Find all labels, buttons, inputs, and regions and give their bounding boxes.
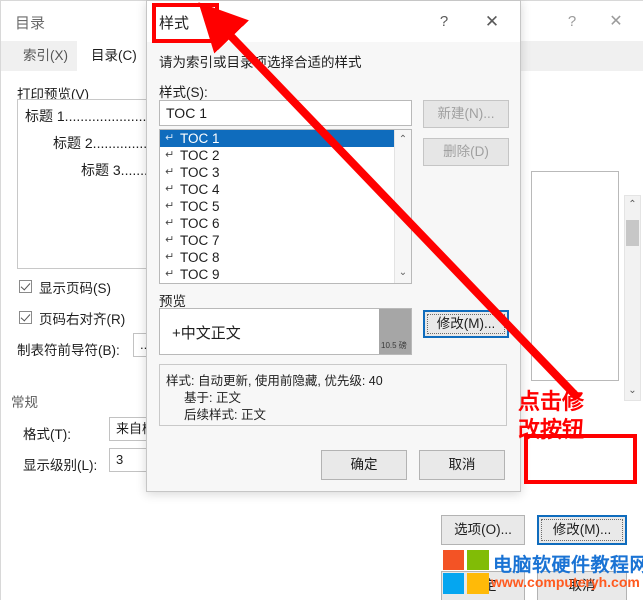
styles-label: 样式(S): bbox=[159, 85, 208, 100]
preview-font-size-chip: 10.5 磅 bbox=[379, 309, 411, 354]
paragraph-mark-icon: ↵ bbox=[165, 217, 175, 229]
style-description-box: 样式: 自动更新, 使用前隐藏, 优先级: 40 基于: 正文 后续样式: 正文 bbox=[159, 364, 507, 426]
delete-style-button[interactable]: 删除(D) bbox=[423, 138, 509, 166]
checkbox-box bbox=[19, 311, 32, 324]
style-dialog: 样式 ? ✕ 请为索引或目录项选择合适的样式 样式(S): TOC 1 ↵ TO… bbox=[146, 0, 521, 492]
logo-quadrant-2 bbox=[467, 550, 489, 570]
toc-window-title: 目录 bbox=[15, 15, 46, 32]
style-list-scrollbar[interactable]: ⌃ ⌄ bbox=[394, 130, 411, 283]
close-icon[interactable]: ✕ bbox=[601, 9, 631, 35]
style-listbox[interactable]: ↵ TOC 1 ↵ TOC 2 ↵ TOC 3 ↵ TOC 4 ↵ TOC 5 … bbox=[159, 129, 412, 284]
logo-quadrant-3 bbox=[443, 573, 464, 594]
list-item-label: TOC 5 bbox=[180, 199, 220, 214]
format-label: 格式(T): bbox=[23, 427, 71, 442]
preview-font-name: +中文正文 bbox=[172, 325, 241, 342]
list-item-label: TOC 4 bbox=[180, 182, 220, 197]
watermark-site-name: 电脑软硬件教程网 bbox=[493, 555, 643, 576]
paragraph-mark-icon: ↵ bbox=[165, 166, 175, 178]
list-item-label: TOC 8 bbox=[180, 250, 220, 265]
style-dialog-help-icon[interactable]: ? bbox=[429, 8, 459, 35]
paragraph-mark-icon: ↵ bbox=[165, 268, 175, 280]
checkbox-label: 页码右对齐(R) bbox=[39, 312, 126, 327]
windows-logo-icon bbox=[443, 550, 489, 594]
scroll-up-icon[interactable]: ⌃ bbox=[395, 132, 411, 148]
style-dialog-titlebar: 样式 ? ✕ bbox=[147, 1, 520, 42]
checkbox-box bbox=[19, 280, 32, 293]
list-item[interactable]: ↵ TOC 8 bbox=[160, 249, 394, 266]
description-line-3: 后续样式: 正文 bbox=[184, 408, 266, 422]
checkbox-label: 显示页码(S) bbox=[39, 281, 111, 296]
cancel-button-dialog[interactable]: 取消 bbox=[419, 450, 505, 480]
paragraph-mark-icon: ↵ bbox=[165, 234, 175, 246]
list-item-label: TOC 2 bbox=[180, 148, 220, 163]
focus-outline bbox=[541, 519, 623, 541]
list-item[interactable]: ↵ TOC 7 bbox=[160, 232, 394, 249]
list-item[interactable]: ↵ TOC 2 bbox=[160, 147, 394, 164]
tab-leader-label: 制表符前导符(B): bbox=[17, 343, 120, 358]
paragraph-mark-icon: ↵ bbox=[165, 149, 175, 161]
preview-label: 预览 bbox=[159, 294, 186, 309]
style-dialog-close-icon[interactable]: ✕ bbox=[477, 8, 507, 35]
scrollbar-thumb[interactable] bbox=[626, 220, 639, 246]
help-icon[interactable]: ? bbox=[557, 9, 587, 35]
style-name-input[interactable]: TOC 1 bbox=[159, 100, 412, 126]
list-item[interactable]: ↵ TOC 3 bbox=[160, 164, 394, 181]
scroll-down-icon[interactable]: ⌄ bbox=[395, 265, 411, 281]
style-dialog-instruction: 请为索引或目录项选择合适的样式 bbox=[159, 55, 362, 70]
options-button[interactable]: 选项(O)... bbox=[441, 515, 525, 545]
list-item[interactable]: ↵ TOC 9 bbox=[160, 266, 394, 283]
paragraph-mark-icon: ↵ bbox=[165, 251, 175, 263]
watermark-url: www.computeryh.com bbox=[491, 574, 640, 590]
paragraph-mark-icon: ↵ bbox=[165, 200, 175, 212]
scrollbar-vertical[interactable]: ⌃ ⌄ bbox=[624, 195, 641, 401]
list-item-label: TOC 3 bbox=[180, 165, 220, 180]
screenshot-root: 目录 ? ✕ 索引(X) 目录(C) 打印预览(V) 标题 1.........… bbox=[0, 0, 643, 600]
list-item-label: TOC 9 bbox=[180, 267, 220, 282]
style-dialog-body: 请为索引或目录项选择合适的样式 样式(S): TOC 1 ↵ TOC 1 ↵ T… bbox=[147, 42, 520, 491]
scroll-down-icon[interactable]: ⌄ bbox=[625, 383, 640, 399]
scroll-up-icon[interactable]: ⌃ bbox=[625, 197, 640, 213]
focus-outline bbox=[427, 314, 505, 334]
logo-quadrant-1 bbox=[443, 550, 464, 570]
list-item[interactable]: ↵ TOC 4 bbox=[160, 181, 394, 198]
style-list-items: ↵ TOC 1 ↵ TOC 2 ↵ TOC 3 ↵ TOC 4 ↵ TOC 5 … bbox=[160, 130, 394, 283]
annotation-note-line-1: 点击修 bbox=[518, 389, 585, 414]
list-item[interactable]: ↵ TOC 5 bbox=[160, 198, 394, 215]
modify-button-dialog[interactable]: 修改(M)... bbox=[423, 310, 509, 338]
paragraph-mark-icon: ↵ bbox=[165, 183, 175, 195]
list-item-label: TOC 1 bbox=[180, 131, 220, 146]
list-item-label: TOC 6 bbox=[180, 216, 220, 231]
preview-font-size-label: 10.5 磅 bbox=[381, 341, 407, 350]
new-style-button[interactable]: 新建(N)... bbox=[423, 100, 509, 128]
list-item[interactable]: ↵ TOC 6 bbox=[160, 215, 394, 232]
list-item-label: TOC 7 bbox=[180, 233, 220, 248]
annotation-note-line-2: 改按钮 bbox=[518, 417, 585, 442]
watermark: 电脑软硬件教程网 www.computeryh.com bbox=[443, 548, 643, 600]
modify-button-main[interactable]: 修改(M)... bbox=[537, 515, 627, 545]
style-preview-box: +中文正文 10.5 磅 bbox=[159, 308, 412, 355]
show-levels-label: 显示级别(L): bbox=[23, 458, 98, 473]
tab-index[interactable]: 索引(X) bbox=[9, 41, 82, 71]
paragraph-mark-icon: ↵ bbox=[165, 132, 175, 144]
list-item[interactable]: ↵ TOC 1 bbox=[160, 130, 394, 147]
general-section-label: 常规 bbox=[11, 395, 38, 410]
ok-button-dialog[interactable]: 确定 bbox=[321, 450, 407, 480]
web-preview-panel bbox=[531, 171, 619, 381]
logo-quadrant-4 bbox=[467, 573, 489, 594]
tab-toc[interactable]: 目录(C) bbox=[77, 41, 151, 71]
style-dialog-title: 样式 bbox=[159, 15, 190, 32]
